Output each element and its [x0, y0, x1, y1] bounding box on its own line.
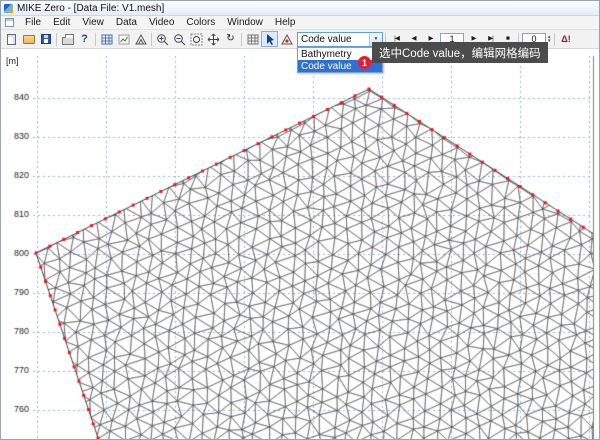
save-button[interactable]: [37, 31, 54, 47]
pan-move-icon: [207, 33, 220, 46]
zoom-in-button[interactable]: [154, 31, 171, 47]
pan-button[interactable]: [205, 31, 222, 47]
mesh-plot-canvas[interactable]: [1, 49, 600, 440]
instruction-tooltip: 选中Code value，编辑网格编码: [372, 42, 548, 63]
select-node-button[interactable]: [261, 31, 278, 47]
refresh-button[interactable]: ↻: [222, 31, 239, 47]
help-icon: ?: [81, 34, 88, 45]
document-icon: [5, 18, 14, 27]
menu-bar: File Edit View Data Video Colors Window …: [1, 16, 599, 30]
axis-unit-label: [m]: [6, 56, 19, 66]
cursor-arrow-icon: [264, 33, 275, 45]
zoom-out-button[interactable]: [171, 31, 188, 47]
window-title: MIKE Zero - [Data File: V1.mesh]: [17, 3, 164, 14]
menu-view[interactable]: View: [76, 16, 110, 29]
grid-toggle-button[interactable]: [244, 31, 261, 47]
table-view-button[interactable]: [98, 31, 115, 47]
print-button[interactable]: [59, 31, 76, 47]
grid-icon: [247, 34, 259, 45]
open-file-button[interactable]: [20, 31, 37, 47]
toolbar-separator: [56, 33, 57, 46]
toolbar-separator: [95, 33, 96, 46]
delta-warning-icon: Δ!: [561, 35, 570, 44]
chart-view-button[interactable]: [115, 31, 132, 47]
menu-help[interactable]: Help: [269, 16, 302, 29]
edit-mesh-button[interactable]: [278, 31, 295, 47]
menu-file[interactable]: File: [19, 16, 47, 29]
zoom-out-icon: [173, 33, 186, 46]
edit-node-icon: [281, 34, 293, 45]
title-bar: MIKE Zero - [Data File: V1.mesh]: [1, 1, 599, 16]
combobox-value: Code value: [298, 34, 369, 45]
value-type-combobox[interactable]: Code value ▼: [297, 32, 383, 47]
mesh-canvas-area: [m]: [1, 49, 600, 440]
chart-icon: [118, 34, 130, 45]
step-badge: 1: [358, 56, 371, 69]
delta-warning-button[interactable]: Δ!: [557, 31, 574, 47]
menu-data[interactable]: Data: [110, 16, 143, 29]
toolbar-separator: [151, 33, 152, 46]
zoom-in-icon: [156, 33, 169, 46]
table-icon: [101, 34, 113, 45]
zoom-extent-icon: [190, 33, 203, 46]
menu-colors[interactable]: Colors: [180, 16, 221, 29]
refresh-icon: ↻: [226, 34, 234, 44]
save-floppy-icon: [41, 34, 51, 44]
toolbar-separator: [554, 33, 555, 46]
new-file-button[interactable]: [3, 31, 20, 47]
open-folder-icon: [23, 35, 35, 44]
menu-edit[interactable]: Edit: [47, 16, 76, 29]
help-button[interactable]: ?: [76, 31, 93, 47]
menu-video[interactable]: Video: [143, 16, 180, 29]
toolbar-separator: [241, 33, 242, 46]
new-file-icon: [7, 34, 16, 45]
zoom-extent-button[interactable]: [188, 31, 205, 47]
app-window: MIKE Zero - [Data File: V1.mesh] File Ed…: [0, 0, 600, 440]
mesh-icon: [135, 34, 147, 45]
printer-icon: [62, 37, 74, 45]
app-logo-icon: [4, 4, 13, 13]
mesh-view-button[interactable]: [132, 31, 149, 47]
menu-window[interactable]: Window: [221, 16, 269, 29]
